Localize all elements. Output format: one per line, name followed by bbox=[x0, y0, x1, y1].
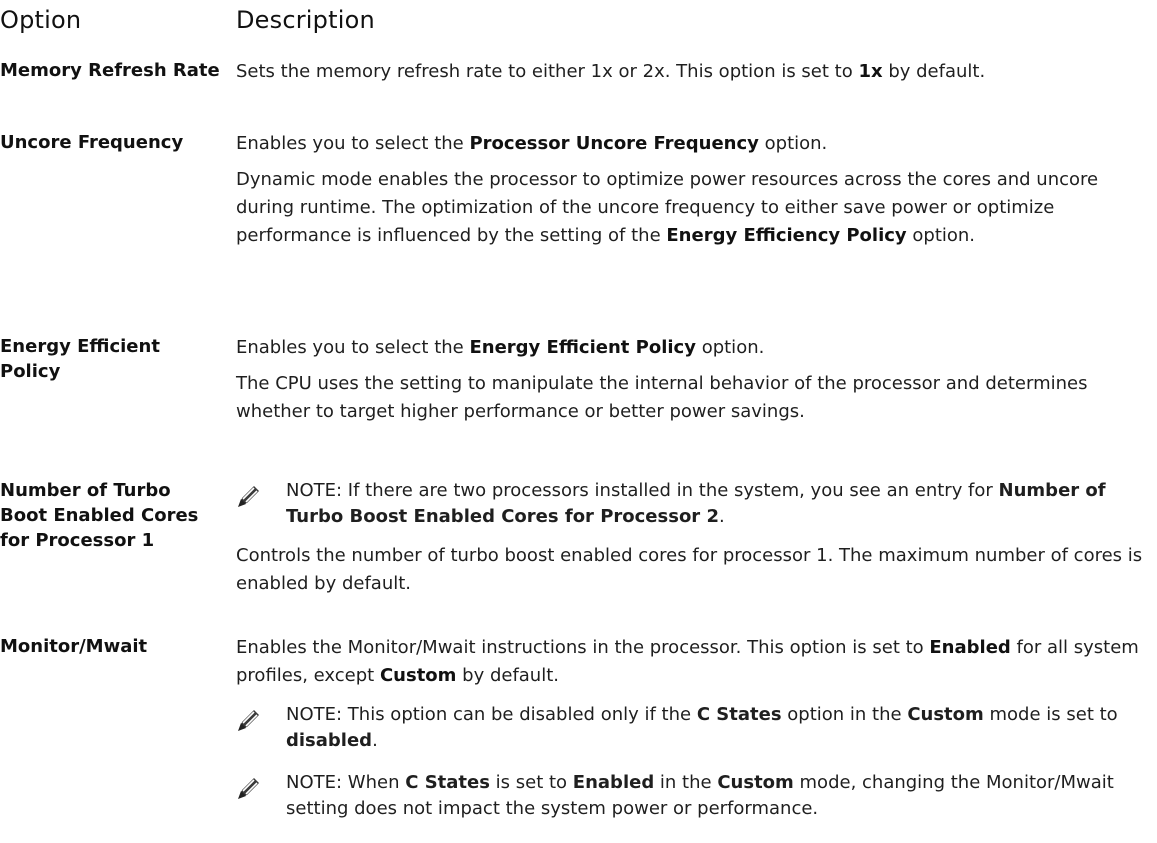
table-header: Option Description bbox=[0, 6, 1157, 46]
option-name: Energy Efficient Policy bbox=[0, 336, 160, 382]
option-description: Enables you to select the Processor Unco… bbox=[236, 130, 1151, 258]
description-column-header: Description bbox=[236, 6, 375, 34]
description-paragraph: Enables the Monitor/Mwait instructions i… bbox=[236, 637, 1139, 686]
option-description: Enables you to select the Energy Efficie… bbox=[236, 334, 1151, 434]
description-paragraph: Enables you to select the Energy Efficie… bbox=[236, 337, 765, 358]
option-name: Memory Refresh Rate bbox=[0, 60, 220, 81]
description-paragraph: Enables you to select the Processor Unco… bbox=[236, 133, 828, 154]
option-name: Number of Turbo Boot Enabled Cores for P… bbox=[0, 480, 199, 551]
pencil-note-icon bbox=[236, 707, 262, 733]
pencil-note-icon bbox=[236, 775, 262, 801]
note-block: NOTE: When C States is set to Enabled in… bbox=[236, 770, 1151, 822]
description-paragraph: Dynamic mode enables the processor to op… bbox=[236, 169, 1099, 246]
option-name: Monitor/Mwait bbox=[0, 636, 148, 657]
description-paragraph: The CPU uses the setting to manipulate t… bbox=[236, 373, 1088, 422]
option-description: NOTE: If there are two processors instal… bbox=[236, 478, 1151, 606]
description-paragraph: Sets the memory refresh rate to either 1… bbox=[236, 61, 986, 82]
description-paragraph: Controls the number of turbo boost enabl… bbox=[236, 545, 1143, 594]
pencil-note-icon bbox=[236, 483, 262, 509]
option-description: Enables the Monitor/Mwait instructions i… bbox=[236, 634, 1151, 830]
note-block: NOTE: If there are two processors instal… bbox=[236, 478, 1151, 530]
option-description: Sets the memory refresh rate to either 1… bbox=[236, 58, 1151, 94]
option-column-header: Option bbox=[0, 6, 82, 34]
option-name: Uncore Frequency bbox=[0, 132, 184, 153]
note-block: NOTE: This option can be disabled only i… bbox=[236, 702, 1151, 754]
